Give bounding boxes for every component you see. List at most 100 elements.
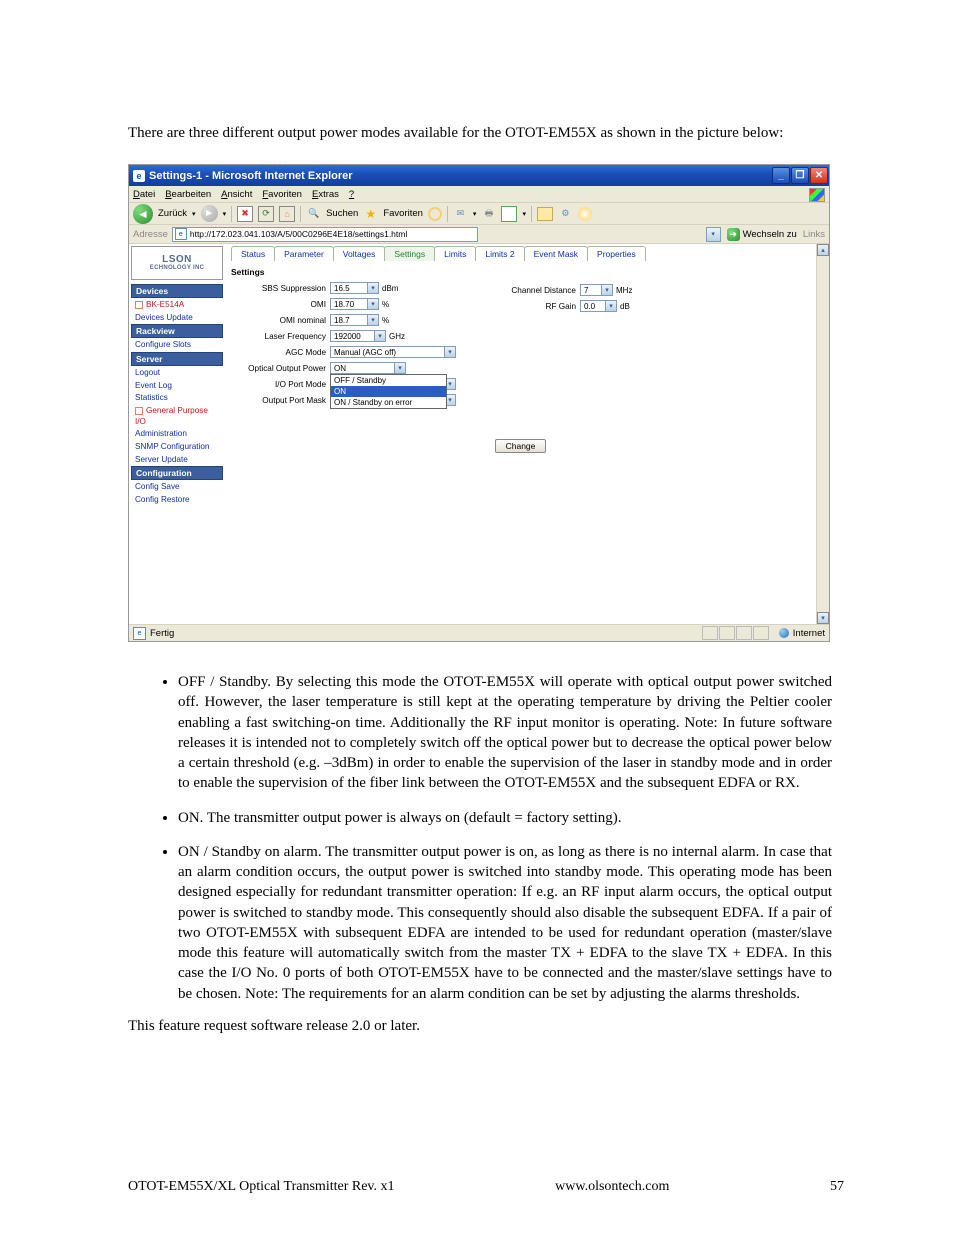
sidebar-item-snmp[interactable]: SNMP Configuration	[131, 441, 223, 454]
favorites-label[interactable]: Favoriten	[383, 208, 423, 219]
sidebar-item-config-save[interactable]: Config Save	[131, 481, 223, 494]
select-omi-nominal[interactable]: 18.7	[330, 314, 368, 326]
label-omi: OMI	[231, 300, 330, 309]
refresh-icon[interactable]: ⟳	[258, 206, 274, 222]
done-icon: e	[133, 627, 146, 640]
chevron-down-icon[interactable]: ▾	[444, 346, 456, 358]
address-field[interactable]: e http://172.023.041.103/A/5/00C0296E4E1…	[172, 227, 478, 242]
unit-channel: MHz	[613, 286, 632, 295]
search-label[interactable]: Suchen	[326, 208, 358, 219]
back-label[interactable]: Zurück	[158, 208, 187, 219]
select-agc[interactable]: Manual (AGC off)	[330, 346, 445, 358]
label-omi-nominal: OMI nominal	[231, 316, 330, 325]
logo: LSON ECHNOLOGY INC	[131, 246, 223, 280]
footer-left: OTOT-EM55X/XL Optical Transmitter Rev. x…	[128, 1179, 395, 1195]
links-icon[interactable]: ⚙	[558, 206, 573, 221]
chevron-down-icon[interactable]: ▾	[367, 298, 379, 310]
home-icon[interactable]: ⌂	[279, 206, 295, 222]
tab-parameter[interactable]: Parameter	[274, 246, 334, 261]
tabs: Status Parameter Voltages Settings Limit…	[231, 246, 810, 261]
sidebar-item-device[interactable]: BK-E514A	[131, 299, 223, 312]
sidebar-cat-server[interactable]: Server	[131, 352, 223, 366]
search-icon[interactable]: 🔍	[306, 206, 321, 221]
address-dropdown-button[interactable]: ▾	[706, 227, 721, 242]
go-button[interactable]: ➜ Wechseln zu	[727, 228, 797, 241]
sidebar-cat-rackview[interactable]: Rackview	[131, 324, 223, 338]
chevron-down-icon[interactable]: ▾	[394, 362, 406, 374]
zone-text: Internet	[793, 628, 825, 639]
messenger-icon[interactable]	[578, 207, 592, 221]
ie-flag-icon	[809, 188, 825, 202]
stop-icon[interactable]: ✖	[237, 206, 253, 222]
menu-extras[interactable]: Extras	[312, 189, 339, 200]
sidebar-item-logout[interactable]: Logout	[131, 367, 223, 380]
chevron-down-icon[interactable]: ▾	[367, 282, 379, 294]
address-label: Adresse	[133, 229, 168, 240]
select-laser-freq[interactable]: 192000	[330, 330, 375, 342]
menu-help[interactable]: ?	[349, 189, 354, 200]
chevron-down-icon[interactable]: ▾	[605, 300, 617, 312]
edit-icon[interactable]	[501, 206, 517, 222]
favorites-icon[interactable]: ★	[363, 206, 378, 221]
toolbar: ◄ Zurück ▾ ► ▾ ✖ ⟳ ⌂ 🔍 Suchen ★ Favorite…	[129, 203, 829, 225]
page-icon: e	[175, 228, 187, 240]
select-optical-output[interactable]: ON	[330, 362, 395, 374]
sidebar-item-config-restore[interactable]: Config Restore	[131, 494, 223, 507]
label-optical-output: Optical Output Power	[231, 364, 330, 373]
unit-sbs: dBm	[379, 284, 398, 293]
tab-status[interactable]: Status	[231, 246, 275, 261]
tab-eventmask[interactable]: Event Mask	[524, 246, 588, 261]
forward-button[interactable]: ►	[201, 205, 218, 222]
status-text: Fertig	[150, 628, 174, 639]
scrollbar[interactable]: ▴ ▾	[816, 244, 829, 624]
menu-datei[interactable]: Datei	[133, 189, 155, 200]
sidebar-cat-devices[interactable]: Devices	[131, 284, 223, 298]
tab-voltages[interactable]: Voltages	[333, 246, 386, 261]
go-icon: ➜	[727, 228, 740, 241]
select-sbs[interactable]: 16.5	[330, 282, 368, 294]
mail-icon[interactable]: ✉	[453, 206, 468, 221]
change-button[interactable]: Change	[495, 439, 547, 453]
select-channel-distance[interactable]: 7	[580, 284, 602, 296]
sidebar-item-statistics[interactable]: Statistics	[131, 392, 223, 405]
dropdown-item-on[interactable]: ON	[331, 386, 446, 397]
chevron-down-icon[interactable]: ▾	[367, 314, 379, 326]
chevron-down-icon[interactable]: ▾	[601, 284, 613, 296]
sidebar-item-eventlog[interactable]: Event Log	[131, 380, 223, 393]
sidebar-item-configure-slots[interactable]: Configure Slots	[131, 339, 223, 352]
address-bar: Adresse e http://172.023.041.103/A/5/00C…	[129, 225, 829, 244]
sidebar-item-devices-update[interactable]: Devices Update	[131, 312, 223, 325]
scroll-up-button[interactable]: ▴	[817, 244, 829, 256]
status-cell	[753, 626, 769, 640]
internet-zone-icon	[779, 628, 789, 638]
select-omi[interactable]: 18.70	[330, 298, 368, 310]
menu-favoriten[interactable]: Favoriten	[262, 189, 302, 200]
unit-omi-nominal: %	[379, 316, 389, 325]
back-button[interactable]: ◄	[133, 204, 153, 224]
dropdown-item-on-standby[interactable]: ON / Standby on error	[331, 397, 446, 408]
history-icon[interactable]	[428, 207, 442, 221]
scroll-down-button[interactable]: ▾	[817, 612, 829, 624]
tab-settings[interactable]: Settings	[384, 246, 435, 261]
unit-laser-freq: GHz	[386, 332, 405, 341]
folder-icon[interactable]	[537, 207, 553, 221]
sidebar-item-server-update[interactable]: Server Update	[131, 454, 223, 467]
menu-ansicht[interactable]: Ansicht	[221, 189, 252, 200]
menu-bearbeiten[interactable]: Bearbeiten	[165, 189, 211, 200]
intro-text: There are three different output power m…	[128, 125, 844, 142]
tab-limits[interactable]: Limits	[434, 246, 476, 261]
links-label[interactable]: Links	[803, 229, 825, 240]
address-url: http://172.023.041.103/A/5/00C0296E4E18/…	[190, 229, 407, 239]
sidebar-cat-config[interactable]: Configuration	[131, 466, 223, 480]
sidebar-item-gpio[interactable]: General Purpose I/O	[131, 405, 223, 428]
dropdown-item-off[interactable]: OFF / Standby	[331, 375, 446, 386]
minimize-button[interactable]: _	[772, 167, 790, 184]
maximize-button[interactable]: ❐	[791, 167, 809, 184]
select-rf-gain[interactable]: 0.0	[580, 300, 606, 312]
tab-properties[interactable]: Properties	[587, 246, 646, 261]
chevron-down-icon[interactable]: ▾	[374, 330, 386, 342]
sidebar-item-admin[interactable]: Administration	[131, 428, 223, 441]
close-button[interactable]: ✕	[810, 167, 828, 184]
tab-limits2[interactable]: Limits 2	[475, 246, 524, 261]
print-icon[interactable]: 🖶	[481, 206, 496, 221]
